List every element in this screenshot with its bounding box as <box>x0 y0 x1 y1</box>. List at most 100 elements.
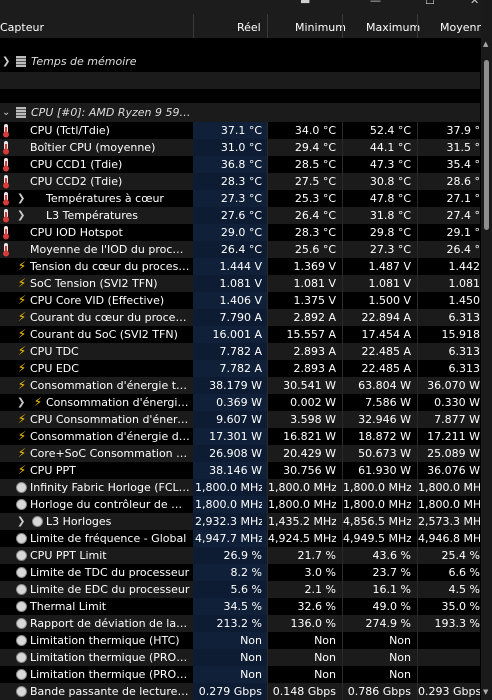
sensor-label: Limite de TDC du processeur <box>30 566 190 579</box>
sensor-row[interactable]: Infinity Fabric Horloge (FCLK) 1,800.0 MH… <box>0 479 480 496</box>
sensor-row[interactable]: ⚡ CPU Core VID (Effective) 1.406 V 1.375 V 1… <box>0 292 480 309</box>
sensor-row[interactable]: ❯ Températures à cœur 27.3 °C 25.3 °C 47.8 °… <box>0 190 480 207</box>
sensor-row[interactable]: ⚡ CPU EDC 7.782 A 2.893 A 22.485 A 6.313 <box>0 360 480 377</box>
group-row-memory-timings[interactable]: ❯ Temps de mémoire <box>0 52 480 72</box>
current-value: 38.179 W <box>209 379 262 392</box>
chevron-right-icon[interactable]: ❯ <box>2 52 10 72</box>
sensor-row[interactable]: Horloge du contrôleur de mémoire (UCLK) 1… <box>0 496 480 513</box>
column-divider[interactable] <box>417 14 418 38</box>
column-divider[interactable] <box>342 14 343 38</box>
min-value: 1,435.2 MHz <box>268 515 336 528</box>
sensor-row[interactable]: Limite de fréquence - Global 4,947.7 MHz 4… <box>0 530 480 547</box>
sensor-row[interactable]: Thermal Limit 34.5 % 32.6 % 49.0 % 35.0 % <box>0 598 480 615</box>
min-value: 0.148 Gbps <box>272 685 336 698</box>
chevron-down-icon[interactable]: ⌄ <box>2 103 10 122</box>
sensor-row[interactable]: ⚡ CPU TDC 7.782 A 2.893 A 22.485 A 6.313 <box>0 343 480 360</box>
chevron-right-icon[interactable]: ❯ <box>17 513 25 530</box>
min-value: 26.4 °C <box>294 209 336 222</box>
max-value: 1.081 V <box>368 277 411 290</box>
lightning-icon: ⚡ <box>17 259 27 273</box>
current-value: 1.081 V <box>219 277 262 290</box>
current-value: 16.001 A <box>212 328 262 341</box>
sensor-row[interactable]: ⚡Courant du cœur du processeur (SVI2 TFN… <box>0 309 480 326</box>
scrollbar-thumb[interactable] <box>484 60 489 230</box>
header-max[interactable]: Maximum <box>366 21 420 34</box>
sensor-row[interactable]: Boîtier CPU (moyenne) 31.0 °C 29.4 °C 44.1 … <box>0 139 480 156</box>
min-value: 4,924.5 MHz <box>268 532 336 545</box>
current-value: 27.3 °C <box>220 192 262 205</box>
spacer-row <box>0 89 480 103</box>
sensor-row[interactable]: Rapport de déviation de la consommation 2… <box>0 615 480 632</box>
sensor-row[interactable]: ⚡Core+SoC Consommation d'énergie 26.908 W… <box>0 445 480 462</box>
avg-value: 6.6 % <box>448 566 480 579</box>
header-current[interactable]: Réel <box>237 21 261 34</box>
min-value: 25.6 °C <box>294 243 336 256</box>
max-value: 29.8 °C <box>369 226 411 239</box>
sensor-row[interactable]: ⚡ CPU PPT 38.146 W 30.756 W 61.930 W 36.076 W <box>0 462 480 479</box>
sensor-row[interactable]: ❯ L3 Horloges 2,932.3 MHz 1,435.2 MHz 4,856.… <box>0 513 480 530</box>
current-value: 26.4 °C <box>220 243 262 256</box>
sensor-row[interactable]: CPU IOD Hotspot 29.0 °C 28.3 °C 29.8 °C 29.1… <box>0 224 480 241</box>
max-value: 22.485 A <box>361 345 411 358</box>
sensor-row[interactable]: Limite de EDC du processeur 5.6 % 2.1 % 16.… <box>0 581 480 598</box>
maximize-icon[interactable]: ☐ <box>425 0 435 7</box>
sensor-row[interactable]: ❯ L3 Températures 27.6 °C 26.4 °C 31.8 °C 27.… <box>0 207 480 224</box>
clock-icon <box>16 499 27 510</box>
sensor-label: Limitation thermique (PROCHOT EXT) <box>30 668 190 681</box>
group-row-cpu[interactable]: ⌄ CPU [#0]: AMD Ryzen 9 5900... <box>0 103 480 122</box>
current-value: 26.9 % <box>223 549 262 562</box>
group-label-memory: Temps de mémoire <box>31 55 137 68</box>
column-divider[interactable] <box>267 14 268 38</box>
avg-value: 17.211 W <box>427 430 480 443</box>
clock-icon <box>16 533 27 544</box>
sensor-row[interactable]: ⚡CPU Consommation d'énergie du cœur 9.607… <box>0 411 480 428</box>
titlebar-glyph-1-icon: ▬ <box>300 0 311 7</box>
max-value: 4,856.5 MHz <box>343 515 411 528</box>
lightning-icon: ⚡ <box>33 395 43 409</box>
min-value: 1.375 V <box>293 294 336 307</box>
min-value: 30.541 W <box>283 379 336 392</box>
sensor-row[interactable]: Moyenne de l'IOD du processeur 26.4 °C 25.… <box>0 241 480 258</box>
sensor-label: CPU IOD Hotspot <box>30 226 123 239</box>
sensor-row[interactable]: ⚡Consommation d'énergie du processeur So… <box>0 428 480 445</box>
chevron-right-icon[interactable]: ❯ <box>17 207 25 224</box>
sensor-row[interactable]: CPU PPT Limit 26.9 % 21.7 % 43.6 % 25.4 % <box>0 547 480 564</box>
avg-value: 1.442 <box>448 260 481 273</box>
thermometer-icon <box>0 225 12 240</box>
sensor-row[interactable]: ⚡ SoC Tension (SVI2 TFN) 1.081 V 1.081 V 1.0… <box>0 275 480 292</box>
avg-value: 36.070 W <box>427 379 480 392</box>
minimize-icon[interactable]: — <box>370 0 381 7</box>
sensor-row[interactable]: Limitation thermique (PROCHOT EXT) Non Non… <box>0 666 480 683</box>
lightning-icon: ⚡ <box>17 361 27 375</box>
sensor-label: CPU Consommation d'énergie du cœur <box>30 413 190 426</box>
sensor-label: Températures à cœur <box>46 192 164 205</box>
sensor-row[interactable]: ⚡ Courant du SoC (SVI2 TFN) 16.001 A 15.557… <box>0 326 480 343</box>
sensor-row[interactable]: ⚡Tension du cœur du processeur (SVI2 TFN… <box>0 258 480 275</box>
column-divider[interactable] <box>193 14 194 38</box>
clock-icon <box>16 567 27 578</box>
sensor-row[interactable]: Limite de TDC du processeur 8.2 % 3.0 % 23.… <box>0 564 480 581</box>
header-min[interactable]: Minimum <box>295 21 346 34</box>
max-value: 44.1 °C <box>369 141 411 154</box>
scroll-down-icon[interactable]: ▼ <box>483 688 488 696</box>
sensor-row[interactable]: ⚡Consommation d'énergie totale du proces… <box>0 377 480 394</box>
scroll-up-icon[interactable]: ▲ <box>483 40 488 48</box>
vertical-scrollbar[interactable]: ▲ ▼ <box>481 0 492 700</box>
current-value: 8.2 % <box>230 566 262 579</box>
header-sensor[interactable]: Capteur <box>0 21 44 34</box>
close-icon[interactable]: ✕ <box>470 0 479 7</box>
sensor-row[interactable]: CPU CCD2 (Tdie) 28.3 °C 27.5 °C 30.8 °C 28.6… <box>0 173 480 190</box>
sensor-row[interactable]: CPU CCD1 (Tdie) 36.8 °C 28.5 °C 47.3 °C 35.4… <box>0 156 480 173</box>
header-avg[interactable]: Moyenn <box>440 21 483 34</box>
sensor-row[interactable]: Bande passante de lecture DRAM 0.279 Gbps… <box>0 683 480 700</box>
chevron-right-icon[interactable]: ❯ <box>17 394 25 411</box>
sensor-row[interactable]: ❯ ⚡Consommation d'énergie des cœurs 0.369 … <box>0 394 480 411</box>
sensor-label: Limite de EDC du processeur <box>30 583 190 596</box>
sensor-row[interactable]: Limitation thermique (HTC) Non Non Non <box>0 632 480 649</box>
current-value: 7.790 A <box>219 311 262 324</box>
sensor-row[interactable]: Limitation thermique (PROCHOT CPU) Non Non… <box>0 649 480 666</box>
sensor-row[interactable]: CPU (Tctl/Tdie) 37.1 °C 34.0 °C 52.4 °C 37.9… <box>0 122 480 139</box>
current-value: 5.6 % <box>230 583 262 596</box>
sensor-label: CPU TDC <box>30 345 79 358</box>
chevron-right-icon[interactable]: ❯ <box>17 190 25 207</box>
